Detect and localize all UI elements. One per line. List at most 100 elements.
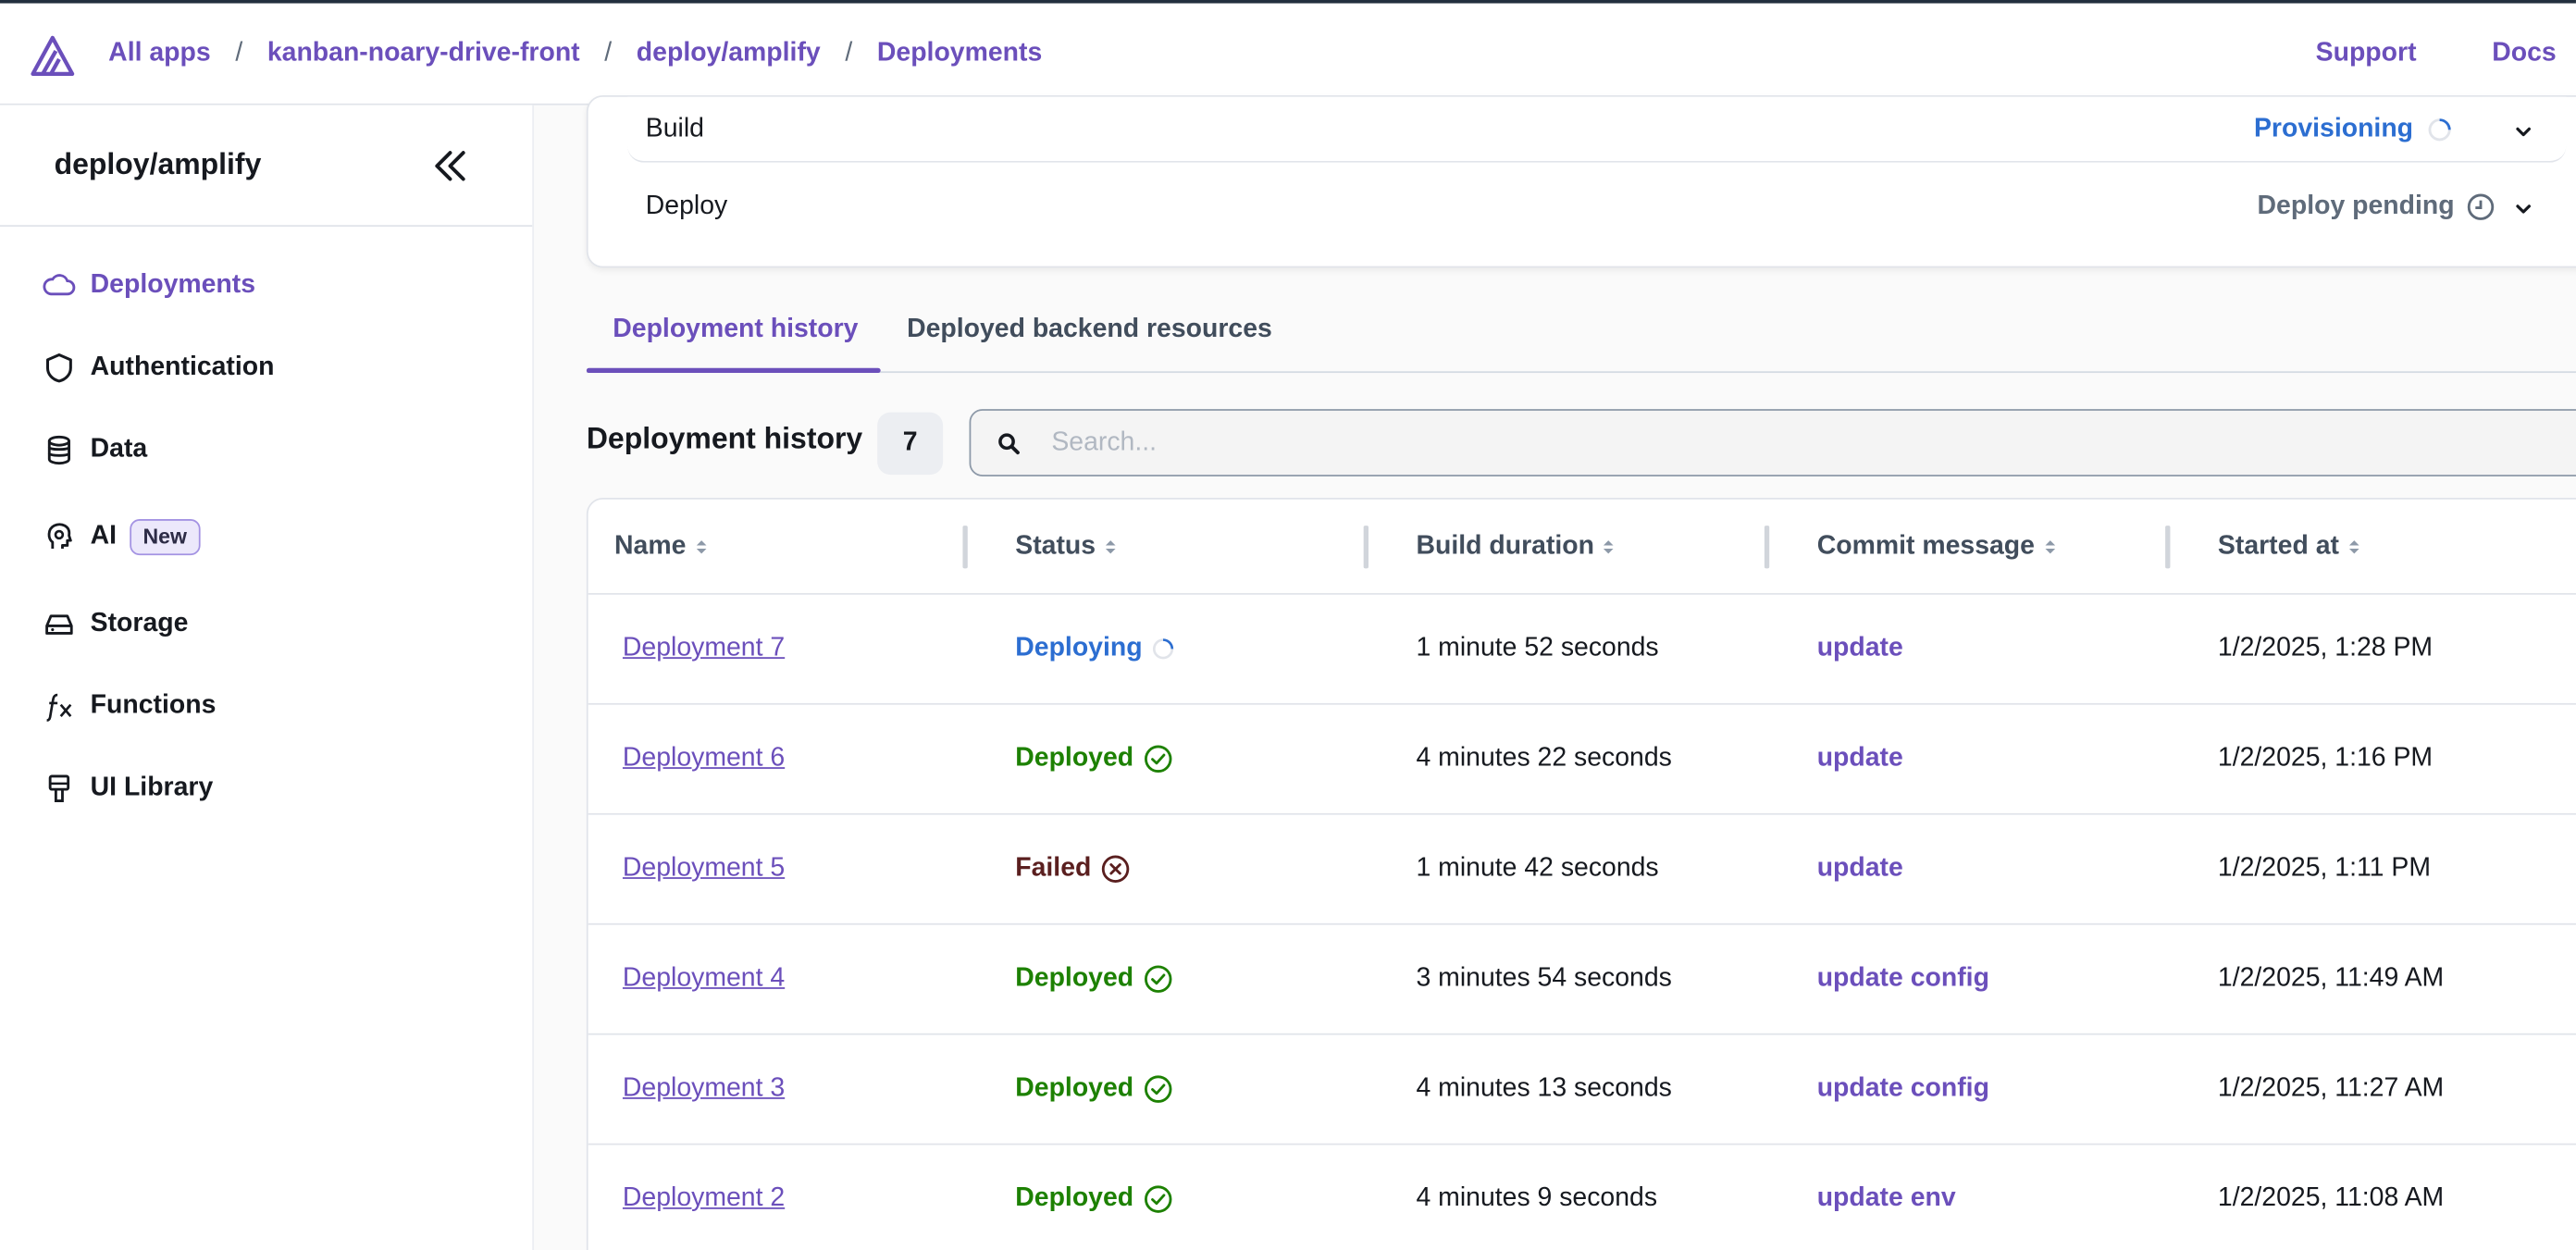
- table-row: Deployment 5 Failed 1 minute 42 seconds …: [588, 815, 2576, 925]
- status-cell: Deployed: [1015, 705, 1172, 813]
- breadcrumb-separator: /: [845, 39, 853, 68]
- sidebar-item-functions[interactable]: Functions: [43, 687, 216, 726]
- sort-icon: [2044, 539, 2055, 553]
- support-link[interactable]: Support: [2316, 40, 2417, 69]
- docs-link[interactable]: Docs: [2492, 40, 2556, 69]
- sidebar-item-data[interactable]: Data: [43, 430, 147, 470]
- column-header-status[interactable]: Status: [1015, 500, 1119, 593]
- commit-link[interactable]: update config: [1817, 964, 1989, 994]
- status-cell: Deploying: [1015, 595, 1177, 703]
- column-resize-handle[interactable]: [1363, 526, 1368, 569]
- deployment-link[interactable]: Deployment 6: [623, 744, 785, 774]
- column-header-label: Name: [614, 531, 687, 560]
- active-tab-indicator: [586, 367, 881, 374]
- column-header-started-at[interactable]: Started at: [2218, 500, 2362, 593]
- commit-link[interactable]: update: [1817, 634, 1903, 663]
- tab-deployment-history[interactable]: Deployment history: [613, 291, 858, 367]
- sidebar-item-ui-library[interactable]: UI Library: [43, 769, 213, 809]
- top-links: Support Docs: [2240, 4, 2557, 105]
- build-step-status: Provisioning: [2254, 114, 2454, 143]
- paint-brush-icon: [43, 772, 76, 805]
- column-header-label: Started at: [2217, 531, 2339, 560]
- sidebar-item-ai[interactable]: AI New: [43, 517, 201, 557]
- breadcrumb-all-apps[interactable]: All apps: [108, 40, 210, 69]
- deployment-steps-card: Build Provisioning Deploy Deploy pending: [586, 94, 2576, 268]
- build-duration: 4 minutes 13 seconds: [1416, 1074, 1672, 1103]
- breadcrumb: All apps / kanban-noary-drive-front / de…: [108, 4, 1042, 105]
- chevron-down-icon[interactable]: [2514, 119, 2533, 139]
- breadcrumb-separator: /: [604, 39, 613, 68]
- amplify-logo-icon[interactable]: [30, 34, 76, 77]
- build-duration: 1 minute 42 seconds: [1416, 854, 1659, 883]
- deployment-link[interactable]: Deployment 3: [623, 1074, 785, 1104]
- deployment-link[interactable]: Deployment 7: [623, 634, 785, 663]
- sidebar-item-label: Functions: [90, 691, 217, 720]
- status-cell: Deployed: [1015, 925, 1172, 1033]
- tab-deployed-backend-resources[interactable]: Deployed backend resources: [907, 291, 1272, 367]
- search-input[interactable]: [1047, 426, 2533, 460]
- sort-icon: [1604, 539, 1615, 553]
- started-at: 1/2/2025, 11:27 AM: [2217, 1074, 2445, 1103]
- build-duration: 3 minutes 54 seconds: [1416, 964, 1672, 993]
- column-header-build-duration[interactable]: Build duration: [1416, 500, 1616, 593]
- build-step-label: Build: [645, 114, 704, 142]
- tabs: Deployment history Deployed backend reso…: [586, 291, 2576, 374]
- breadcrumb-separator: /: [235, 39, 243, 68]
- table-row: Deployment 4 Deployed 3 minutes 54 secon…: [588, 925, 2576, 1035]
- sidebar-header: deploy/amplify: [0, 105, 533, 228]
- started-at: 1/2/2025, 11:49 AM: [2217, 964, 2445, 993]
- table-header: Name Status Build duration Commit messag…: [588, 500, 2576, 595]
- function-fx-icon: [43, 690, 76, 724]
- breadcrumb-branch[interactable]: deploy/amplify: [637, 40, 821, 69]
- search-box: [969, 409, 2576, 476]
- deploy-step-row[interactable]: Deploy Deploy pending: [627, 174, 2566, 240]
- status-text: Failed: [1015, 854, 1092, 883]
- sidebar-item-label: Authentication: [90, 353, 275, 381]
- commit-link[interactable]: update: [1817, 744, 1903, 774]
- check-circle-icon: [1145, 965, 1172, 993]
- shield-icon: [43, 352, 76, 385]
- check-circle-icon: [1145, 1185, 1172, 1213]
- column-resize-handle[interactable]: [2165, 526, 2171, 569]
- column-resize-handle[interactable]: [1764, 526, 1770, 569]
- deploy-step-status: Deploy pending: [2258, 192, 2496, 222]
- table-row: Deployment 2 Deployed 4 minutes 9 second…: [588, 1145, 2576, 1250]
- top-navigation-bar: All apps / kanban-noary-drive-front / de…: [0, 0, 2576, 105]
- column-header-label: Commit message: [1816, 531, 2035, 560]
- build-duration: 4 minutes 9 seconds: [1416, 1184, 1658, 1213]
- collapse-sidebar-icon[interactable]: [430, 148, 470, 184]
- table-row: Deployment 3 Deployed 4 minutes 13 secon…: [588, 1035, 2576, 1145]
- column-header-commit-message[interactable]: Commit message: [1817, 500, 2058, 593]
- deployment-link[interactable]: Deployment 4: [623, 964, 785, 994]
- breadcrumb-app[interactable]: kanban-noary-drive-front: [267, 40, 580, 69]
- breadcrumb-deployments[interactable]: Deployments: [877, 40, 1042, 69]
- column-header-name[interactable]: Name: [614, 500, 709, 593]
- commit-link[interactable]: update: [1817, 854, 1903, 884]
- table-row: Deployment 6 Deployed 4 minutes 22 secon…: [588, 705, 2576, 815]
- deployment-link[interactable]: Deployment 2: [623, 1184, 785, 1214]
- started-at: 1/2/2025, 1:11 PM: [2217, 854, 2431, 883]
- clock-icon: [2466, 192, 2496, 222]
- spinner-icon: [1153, 638, 1174, 660]
- commit-link[interactable]: update config: [1817, 1074, 1989, 1104]
- column-resize-handle[interactable]: [962, 526, 968, 569]
- table-row: Deployment 7 Deploying 1 minute 52 secon…: [588, 595, 2576, 705]
- build-duration: 4 minutes 22 seconds: [1416, 744, 1672, 773]
- sidebar: deploy/amplify Deployments Authenticatio…: [0, 105, 535, 1250]
- new-badge: New: [130, 519, 201, 556]
- started-at: 1/2/2025, 1:16 PM: [2217, 744, 2434, 773]
- status-text: Deploying: [1015, 634, 1143, 662]
- deployment-link[interactable]: Deployment 5: [623, 854, 785, 884]
- chevron-down-icon[interactable]: [2514, 197, 2533, 217]
- status-cell: Deployed: [1015, 1145, 1172, 1250]
- search-icon: [997, 431, 1021, 454]
- sidebar-item-deployments[interactable]: Deployments: [43, 266, 255, 306]
- build-step-row[interactable]: Build Provisioning: [627, 96, 2567, 163]
- status-text: Deployed: [1015, 964, 1134, 993]
- commit-link[interactable]: update env: [1817, 1184, 1956, 1214]
- sidebar-item-storage[interactable]: Storage: [43, 604, 188, 644]
- sidebar-item-authentication[interactable]: Authentication: [43, 348, 275, 388]
- sidebar-item-label: Data: [90, 435, 148, 464]
- build-status-text: Provisioning: [2253, 114, 2414, 142]
- sidebar-item-label: AI: [90, 522, 118, 551]
